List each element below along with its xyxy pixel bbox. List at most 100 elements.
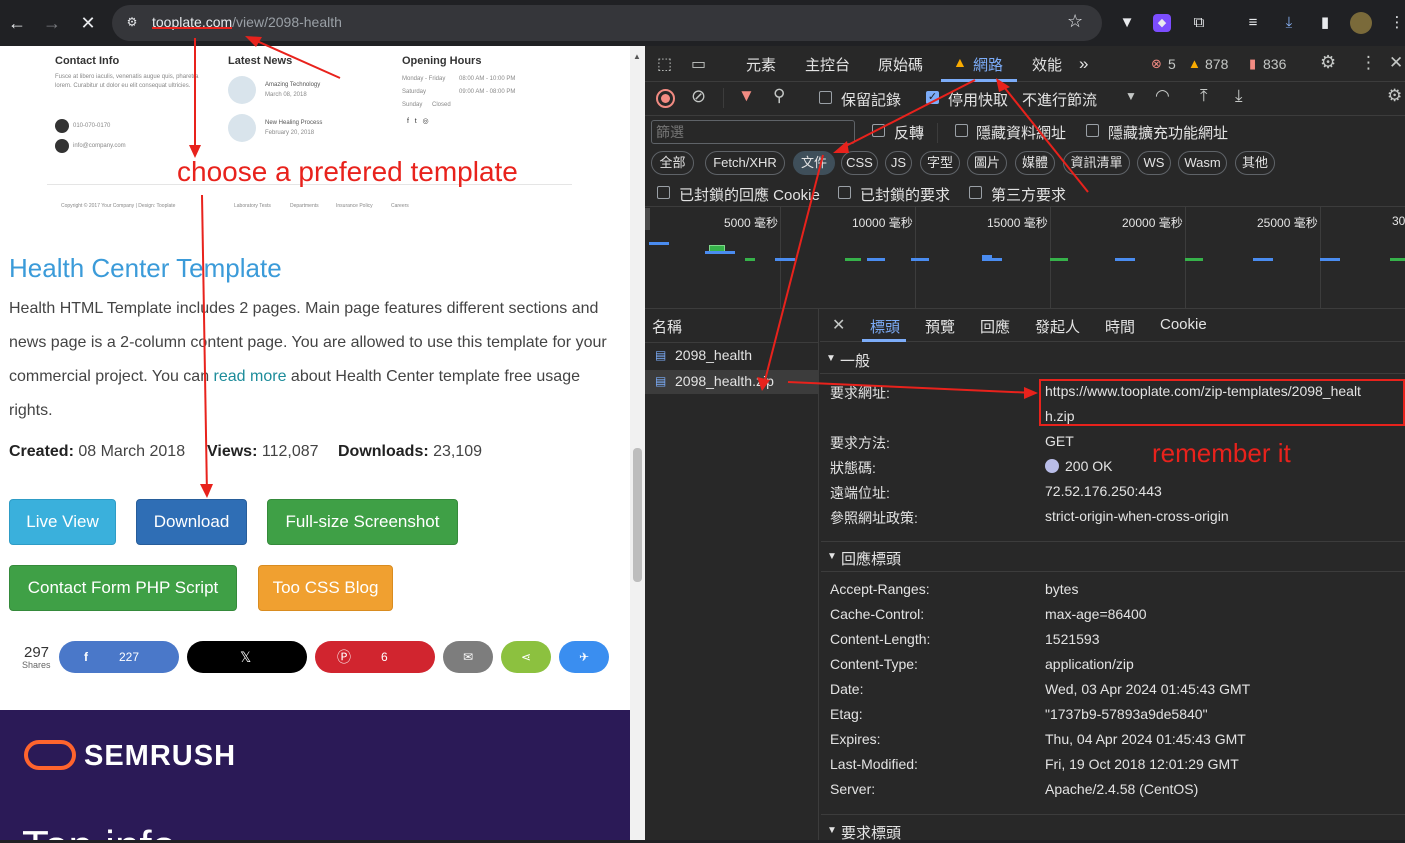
chip-css[interactable]: CSS bbox=[841, 151, 878, 175]
stop-loading-icon[interactable]: ✕ bbox=[76, 11, 100, 35]
tab-network[interactable]: 網路 bbox=[973, 54, 1003, 75]
header-value[interactable]: Apache/2.4.58 (CentOS) bbox=[1045, 781, 1198, 797]
network-conditions-icon[interactable]: ◠ bbox=[1155, 86, 1170, 106]
tab-elements[interactable]: 元素 bbox=[746, 54, 776, 75]
header-value[interactable]: "1737b9-57893a9de5840" bbox=[1045, 706, 1208, 722]
blocked-cookies-checkbox[interactable] bbox=[657, 186, 670, 199]
profile-avatar[interactable] bbox=[1350, 12, 1372, 34]
messenger-share-button[interactable]: ✈ bbox=[559, 641, 609, 673]
response-headers-section-header[interactable]: ▼ 回應標頭 bbox=[821, 542, 1405, 572]
header-value[interactable]: strict-origin-when-cross-origin bbox=[1045, 508, 1229, 524]
settings-gear-icon[interactable]: ⚙ bbox=[1320, 52, 1336, 73]
chip-other[interactable]: 其他 bbox=[1235, 151, 1275, 175]
too-css-blog-button[interactable]: Too CSS Blog bbox=[258, 565, 393, 611]
email-share-button[interactable]: ✉ bbox=[443, 641, 493, 673]
facebook-share-button[interactable]: f 227 bbox=[59, 641, 179, 673]
back-arrow-icon[interactable]: ← bbox=[5, 11, 29, 35]
semrush-ad-banner[interactable]: SEMRUSH Top info bbox=[0, 710, 630, 840]
close-devtools-icon[interactable]: ✕ bbox=[1389, 53, 1403, 73]
tab-sources[interactable]: 原始碼 bbox=[878, 54, 923, 75]
close-details-icon[interactable]: ✕ bbox=[832, 315, 845, 335]
side-panel-icon[interactable]: ▮ bbox=[1314, 12, 1336, 34]
network-settings-icon[interactable]: ⚙ bbox=[1387, 86, 1402, 106]
header-value[interactable]: 1521593 bbox=[1045, 631, 1100, 647]
chip-doc[interactable]: 文件 bbox=[793, 151, 835, 175]
full-size-screenshot-button[interactable]: Full-size Screenshot bbox=[267, 499, 458, 545]
throttling-dropdown-icon[interactable]: ▼ bbox=[1125, 89, 1137, 103]
page-scrollbar[interactable]: ▲ bbox=[630, 46, 645, 840]
header-value[interactable]: bytes bbox=[1045, 581, 1078, 597]
hide-data-urls-checkbox[interactable] bbox=[955, 124, 968, 137]
bookmark-star-icon[interactable]: ☆ bbox=[1067, 11, 1083, 32]
detail-tab-cookies[interactable]: Cookie bbox=[1160, 316, 1207, 333]
device-toolbar-icon[interactable]: ▭ bbox=[691, 54, 706, 74]
hide-extension-urls-checkbox[interactable] bbox=[1086, 124, 1099, 137]
tab-console[interactable]: 主控台 bbox=[805, 54, 850, 75]
header-value[interactable]: 72.52.176.250:443 bbox=[1045, 483, 1162, 499]
url-text[interactable]: tooplate.com/view/2098-health bbox=[152, 14, 342, 30]
detail-tab-initiator[interactable]: 發起人 bbox=[1035, 316, 1080, 337]
general-section-header[interactable]: ▼ 一般 bbox=[820, 344, 1405, 374]
download-button[interactable]: Download bbox=[136, 499, 247, 545]
export-har-icon[interactable]: ⤓ bbox=[1235, 86, 1243, 106]
chip-media[interactable]: 媒體 bbox=[1015, 151, 1055, 175]
scroll-up-arrow-icon[interactable]: ▲ bbox=[633, 52, 641, 61]
header-value[interactable]: Thu, 04 Apr 2024 01:45:43 GMT bbox=[1045, 731, 1246, 747]
error-count[interactable]: 5 bbox=[1168, 56, 1176, 72]
detail-tab-response[interactable]: 回應 bbox=[980, 316, 1010, 337]
live-view-button[interactable]: Live View bbox=[9, 499, 116, 545]
filter-funnel-icon[interactable]: ▼ bbox=[738, 86, 755, 106]
disable-cache-checkbox[interactable]: ✓ bbox=[926, 91, 939, 104]
header-value[interactable]: 200 OK bbox=[1065, 458, 1112, 474]
read-more-link[interactable]: read more bbox=[214, 368, 287, 385]
request-row[interactable]: ▤ 2098_health bbox=[645, 344, 819, 368]
chip-fetch-xhr[interactable]: Fetch/XHR bbox=[705, 151, 785, 175]
template-title[interactable]: Health Center Template bbox=[9, 253, 282, 284]
extension-v-icon[interactable]: ▼ bbox=[1116, 12, 1138, 34]
extensions-puzzle-icon[interactable]: ⧉ bbox=[1188, 12, 1210, 34]
record-button[interactable] bbox=[656, 89, 675, 108]
inspect-element-icon[interactable]: ⬚ bbox=[657, 54, 672, 74]
detail-tab-timing[interactable]: 時間 bbox=[1105, 316, 1135, 337]
scrollbar-thumb[interactable] bbox=[633, 448, 642, 582]
chip-ws[interactable]: WS bbox=[1137, 151, 1171, 175]
throttling-select[interactable]: 不進行節流 bbox=[1022, 89, 1097, 110]
more-tabs-chevron-icon[interactable]: » bbox=[1079, 54, 1088, 74]
header-value[interactable]: Fri, 19 Oct 2018 12:01:29 GMT bbox=[1045, 756, 1239, 772]
request-headers-section-header[interactable]: ▼ 要求標頭 bbox=[821, 814, 1405, 842]
chip-all[interactable]: 全部 bbox=[651, 151, 694, 175]
detail-tab-headers[interactable]: 標頭 bbox=[870, 316, 900, 337]
import-har-icon[interactable]: ⤒ bbox=[1200, 86, 1208, 106]
invert-checkbox[interactable] bbox=[872, 124, 885, 137]
pinterest-share-button[interactable]: Ⓟ 6 bbox=[315, 641, 435, 673]
blocked-requests-checkbox[interactable] bbox=[838, 186, 851, 199]
name-column-header[interactable]: 名稱 bbox=[652, 316, 682, 337]
third-party-checkbox[interactable] bbox=[969, 186, 982, 199]
header-value[interactable]: max-age=86400 bbox=[1045, 606, 1147, 622]
header-value[interactable]: application/zip bbox=[1045, 656, 1134, 672]
tab-performance[interactable]: 效能 bbox=[1032, 54, 1062, 75]
chip-js[interactable]: JS bbox=[885, 151, 912, 175]
contact-form-php-button[interactable]: Contact Form PHP Script bbox=[9, 565, 237, 611]
menu-dots-icon[interactable]: ⋮ bbox=[1386, 12, 1405, 34]
devtools-menu-icon[interactable]: ⋮ bbox=[1360, 53, 1377, 73]
download-icon[interactable]: ⤓ bbox=[1278, 12, 1300, 34]
sharethis-button[interactable]: ⋖ bbox=[501, 641, 551, 673]
overview-range-handle[interactable] bbox=[645, 208, 650, 230]
detail-tab-preview[interactable]: 預覽 bbox=[925, 316, 955, 337]
header-value[interactable]: GET bbox=[1045, 433, 1074, 449]
issues-count[interactable]: 836 bbox=[1263, 56, 1286, 72]
header-value[interactable]: Wed, 03 Apr 2024 01:45:43 GMT bbox=[1045, 681, 1250, 697]
chip-wasm[interactable]: Wasm bbox=[1178, 151, 1227, 175]
chip-font[interactable]: 字型 bbox=[920, 151, 960, 175]
forward-arrow-icon[interactable]: → bbox=[40, 11, 64, 35]
reading-list-icon[interactable]: ≡ bbox=[1242, 12, 1264, 34]
warning-count[interactable]: 878 bbox=[1205, 56, 1228, 72]
preserve-log-checkbox[interactable] bbox=[819, 91, 832, 104]
search-icon[interactable]: ⚲ bbox=[773, 86, 785, 106]
address-bar[interactable]: ⚙ tooplate.com/view/2098-health ☆ bbox=[112, 5, 1102, 41]
filter-input[interactable] bbox=[651, 120, 855, 144]
request-row-selected[interactable]: ▤ 2098_health.zip bbox=[645, 370, 819, 394]
x-share-button[interactable]: 𝕏 bbox=[187, 641, 307, 673]
site-settings-icon[interactable]: ⚙ bbox=[124, 15, 140, 31]
